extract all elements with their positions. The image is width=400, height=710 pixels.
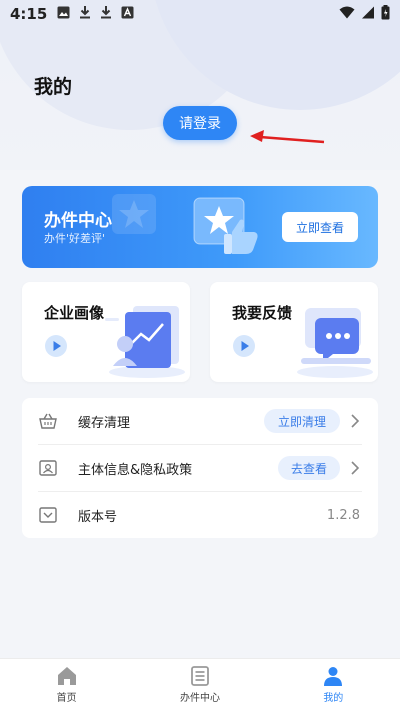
nav-label: 首页 (56, 693, 77, 704)
settings-list: 缓存清理 立即清理 主体信息&隐私政策 去查看 版本号 1.2.8 (22, 398, 378, 538)
row-label: 主体信息&隐私政策 (78, 462, 193, 478)
wifi-icon (339, 5, 355, 23)
home-icon (57, 667, 76, 685)
clear-now-button[interactable]: 立即清理 (264, 409, 340, 433)
nav-label: 办件中心 (179, 693, 220, 704)
red-arrow-annotation (250, 130, 325, 144)
banner-subtitle: 办件'好差评' (44, 232, 106, 245)
play-icon (45, 335, 67, 357)
version-row: 版本号 1.2.8 (22, 492, 378, 538)
version-icon (39, 507, 57, 523)
play-icon (233, 335, 255, 357)
download-icon (79, 5, 91, 23)
id-card-icon (39, 460, 57, 476)
chevron-right-icon (351, 461, 360, 475)
list-icon (191, 666, 209, 686)
go-view-button[interactable]: 去查看 (278, 456, 340, 480)
battery-icon (381, 4, 390, 24)
nav-item-mine[interactable]: 我的 (267, 659, 400, 710)
chat-bubble-illustration (297, 308, 373, 378)
version-value: 1.2.8 (326, 507, 360, 523)
page-title: 我的 (34, 76, 73, 98)
image-notification-icon (57, 5, 70, 23)
enterprise-profile-card[interactable]: 企业画像 (22, 282, 190, 382)
chevron-right-icon (351, 414, 360, 428)
cache-clear-row[interactable]: 缓存清理 立即清理 (22, 398, 378, 444)
status-time: 4:15 (10, 5, 48, 23)
nav-item-service-center[interactable]: 办件中心 (133, 659, 266, 710)
signal-icon (361, 5, 375, 23)
login-button[interactable]: 请登录 (163, 106, 237, 140)
chart-person-illustration (105, 306, 185, 378)
status-bar: 4:15 (0, 0, 400, 28)
bottom-nav: 首页 办件中心 我的 (0, 658, 400, 710)
star-thumbs-up-illustration (112, 194, 258, 254)
nav-item-home[interactable]: 首页 (0, 659, 133, 710)
feedback-card[interactable]: 我要反馈 (210, 282, 378, 382)
view-now-button[interactable]: 立即查看 (282, 212, 358, 242)
nav-label: 我的 (323, 693, 344, 704)
app-notification-icon (121, 5, 134, 23)
download-icon (100, 5, 112, 23)
row-label: 缓存清理 (78, 415, 131, 431)
service-center-banner[interactable]: 办件中心 办件'好差评' 立即查看 (22, 186, 378, 268)
privacy-policy-row[interactable]: 主体信息&隐私政策 去查看 (22, 445, 378, 491)
basket-icon (39, 413, 57, 429)
user-icon (324, 667, 343, 686)
row-label: 版本号 (78, 509, 118, 525)
